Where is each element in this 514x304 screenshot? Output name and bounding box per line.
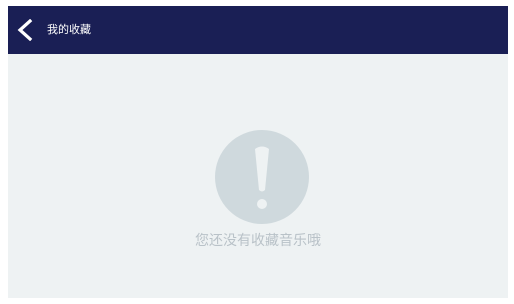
header-bar: 我的收藏	[8, 6, 508, 54]
back-button[interactable]	[12, 14, 40, 46]
page-title: 我的收藏	[47, 23, 91, 36]
chevron-left-icon	[17, 19, 33, 41]
empty-message: 您还没有收藏音乐哦	[195, 233, 321, 249]
exclamation-circle-icon	[215, 130, 309, 224]
screen: 我的收藏 您还没有收藏音乐哦	[8, 6, 508, 298]
